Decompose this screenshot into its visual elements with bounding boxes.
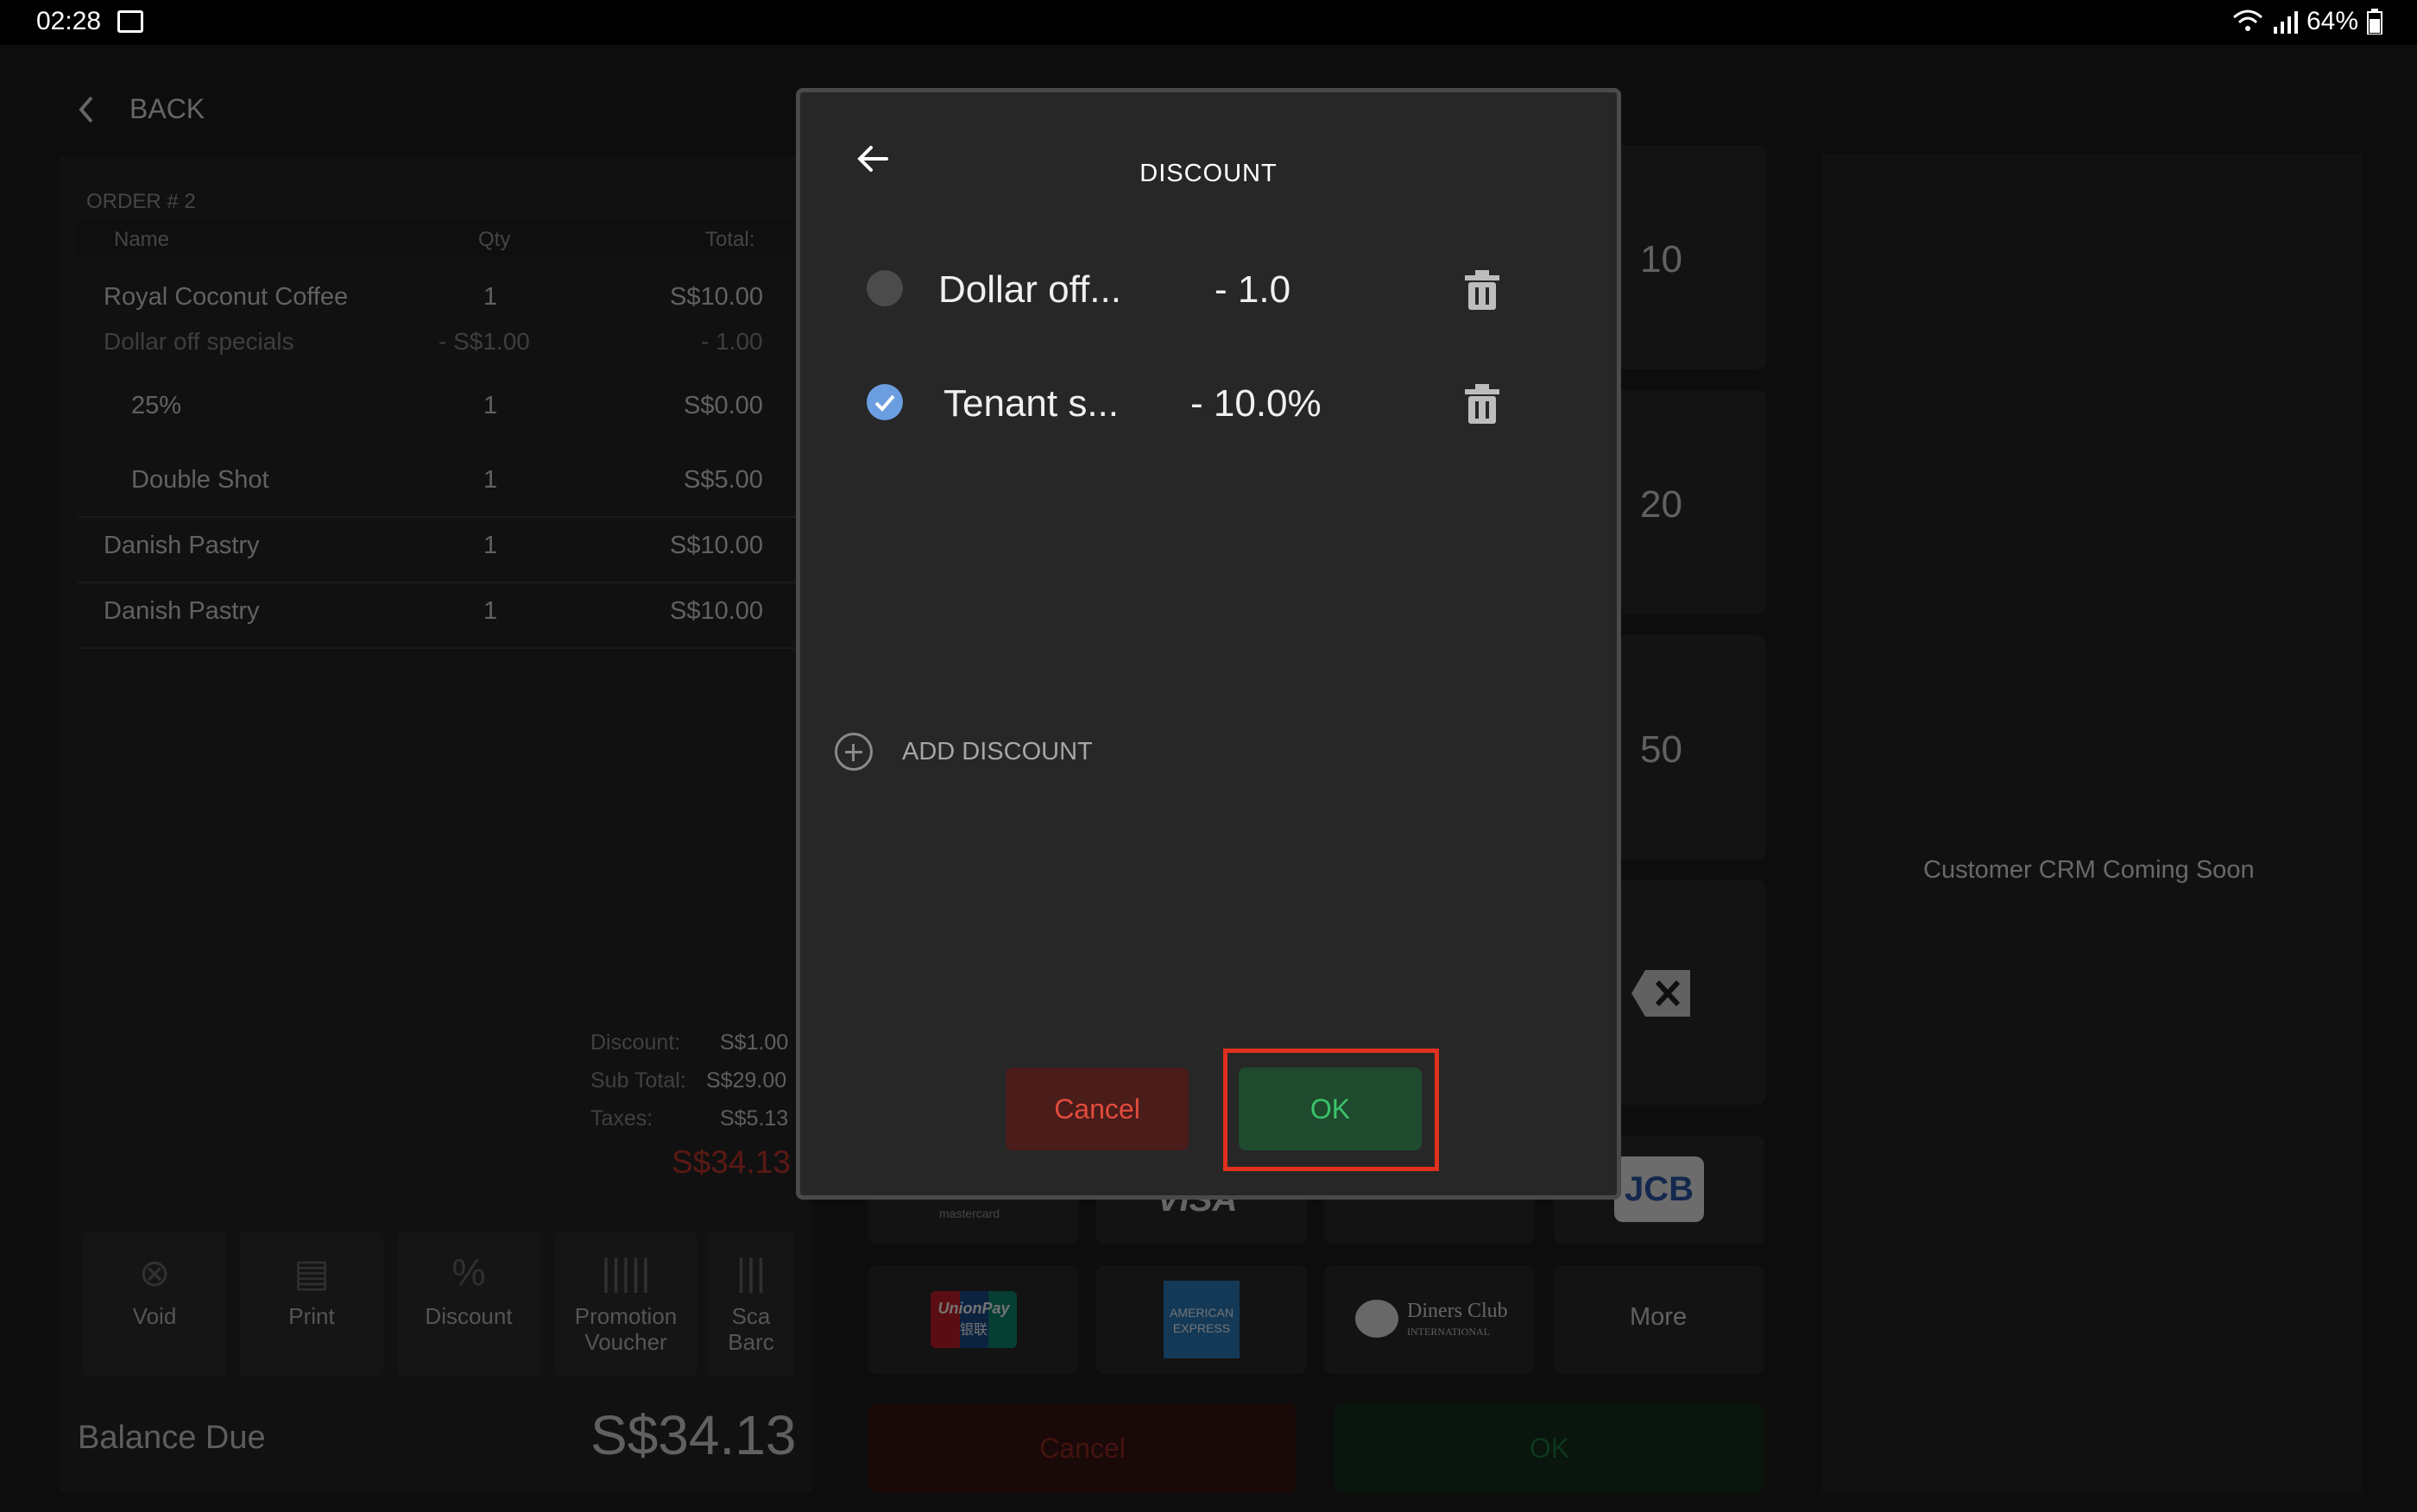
- more-payment-button[interactable]: More: [1554, 1265, 1764, 1374]
- wifi-icon: [2232, 9, 2262, 31]
- discount-name: Tenant s...: [943, 382, 1120, 425]
- backspace-icon: [1631, 970, 1690, 1017]
- item-qty: 1: [483, 466, 498, 494]
- amex-tile[interactable]: AMERICAN EXPRESS: [1096, 1265, 1307, 1374]
- void-button[interactable]: ⊗ Void: [83, 1232, 226, 1376]
- order-number: ORDER # 2: [86, 190, 196, 213]
- crm-message: Customer CRM Coming Soon: [1923, 856, 2255, 884]
- signal-icon: [2273, 11, 2298, 34]
- order-total: S$34.13: [672, 1144, 791, 1180]
- discount-button[interactable]: % Discount: [397, 1232, 540, 1376]
- chevron-left-icon: [79, 96, 93, 123]
- amex-logo: AMERICAN EXPRESS: [1164, 1281, 1240, 1358]
- amount-20-label: 20: [1640, 483, 1682, 526]
- row-divider: [78, 647, 811, 649]
- item-name: 25%: [131, 392, 182, 419]
- amount-50-button[interactable]: [1614, 635, 1766, 860]
- taxes-label: Taxes:: [590, 1106, 653, 1131]
- item-qty: 1: [483, 283, 498, 311]
- col-name: Name: [114, 228, 170, 251]
- jcb-logo: JCB: [1614, 1156, 1704, 1222]
- balance-value: S$34.13: [590, 1404, 797, 1466]
- gallery-icon: [117, 10, 143, 33]
- item-total: S$10.00: [670, 597, 764, 625]
- col-qty: Qty: [478, 228, 511, 251]
- status-bar: 02:28 64%: [0, 0, 2417, 45]
- ok-highlight-box: [1223, 1049, 1439, 1171]
- print-icon: ▤: [293, 1252, 330, 1295]
- status-time: 02:28: [36, 7, 102, 35]
- battery-percent: 64%: [2306, 7, 2358, 35]
- item-name: Double Shot: [131, 466, 269, 494]
- item-name: Danish Pastry: [104, 597, 260, 625]
- taxes-value: S$5.13: [720, 1106, 789, 1131]
- balance-label: Balance Due: [78, 1420, 266, 1456]
- subtotal-label: Sub Total:: [590, 1068, 686, 1093]
- check-icon: [874, 394, 895, 412]
- item-total: S$10.00: [670, 532, 764, 559]
- tender-cancel-button[interactable]: Cancel: [868, 1403, 1297, 1493]
- row-divider: [78, 516, 811, 518]
- print-button[interactable]: ▤ Print: [240, 1232, 383, 1376]
- discount-dialog: DISCOUNT Dollar off... - 1.0 Tenant s...…: [796, 88, 1621, 1200]
- item-qty: 1: [483, 392, 498, 419]
- back-label: BACK: [129, 93, 205, 124]
- add-discount-label: ADD DISCOUNT: [902, 737, 1093, 765]
- item-name: Dollar off specials: [104, 328, 294, 355]
- item-total: S$5.00: [684, 466, 763, 494]
- unionpay-logo: UnionPay 银联: [931, 1291, 1017, 1348]
- unionpay-tile[interactable]: UnionPay 银联: [868, 1265, 1079, 1374]
- subtotal-value: S$29.00: [706, 1068, 787, 1093]
- item-name: Royal Coconut Coffee: [104, 283, 349, 311]
- promotion-voucher-button[interactable]: ||||| Promotion Voucher: [554, 1232, 697, 1376]
- amount-20-button[interactable]: [1614, 390, 1766, 614]
- item-name: Danish Pastry: [104, 532, 260, 559]
- scan-barcode-button[interactable]: ||| Sca Barc: [708, 1232, 794, 1376]
- item-total: - 1.00: [701, 328, 763, 355]
- discount-radio[interactable]: [867, 270, 903, 306]
- trash-icon[interactable]: [1465, 270, 1499, 310]
- order-header-bar: [78, 221, 811, 255]
- row-divider: [78, 582, 811, 583]
- percent-icon: %: [451, 1251, 486, 1294]
- discount-value: - 10.0%: [1190, 382, 1322, 425]
- dialog-cancel-button[interactable]: Cancel: [1006, 1068, 1189, 1150]
- status-right: 64%: [2232, 7, 2382, 36]
- back-nav[interactable]: BACK: [78, 93, 205, 125]
- item-total: S$0.00: [684, 392, 763, 419]
- void-icon: ⊗: [138, 1252, 171, 1295]
- discount-name: Dollar off...: [938, 268, 1121, 311]
- amount-50-label: 50: [1640, 728, 1682, 771]
- amount-10-button[interactable]: [1614, 145, 1766, 369]
- crm-panel: Customer CRM Coming Soon: [1821, 154, 2362, 1493]
- item-total: S$10.00: [670, 283, 764, 311]
- item-qty: 1: [483, 597, 498, 625]
- add-discount-button[interactable]: ADD DISCOUNT: [835, 733, 1093, 771]
- battery-icon: [2367, 9, 2382, 35]
- discount-label: Discount:: [590, 1030, 681, 1055]
- trash-icon[interactable]: [1465, 384, 1499, 424]
- barcode-icon: |||||: [601, 1251, 651, 1294]
- tender-ok-button[interactable]: OK: [1335, 1403, 1764, 1493]
- item-qty: - S$1.00: [439, 328, 530, 355]
- item-qty: 1: [483, 532, 498, 559]
- dialog-title: DISCOUNT: [1139, 160, 1278, 187]
- diners-tile[interactable]: Diners Club INTERNATIONAL: [1324, 1265, 1535, 1374]
- discount-radio-selected[interactable]: [867, 384, 903, 420]
- barcode-icon: |||: [735, 1251, 767, 1294]
- diners-icon: [1355, 1300, 1398, 1338]
- discount-value: S$1.00: [720, 1030, 789, 1055]
- plus-circle-icon: [835, 733, 873, 771]
- col-total: Total:: [705, 228, 755, 251]
- discount-value: - 1.0: [1215, 268, 1291, 311]
- amount-10-label: 10: [1640, 238, 1682, 280]
